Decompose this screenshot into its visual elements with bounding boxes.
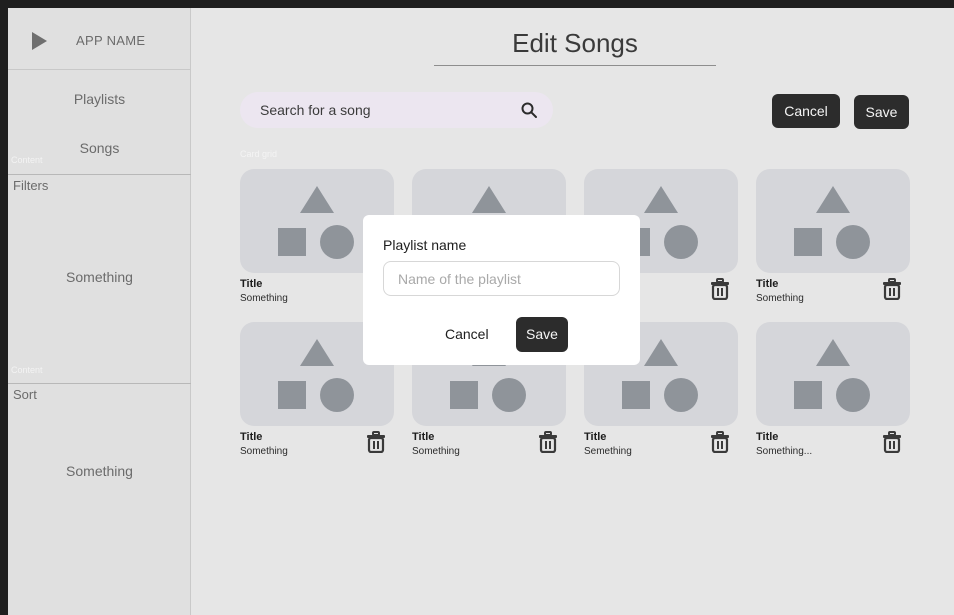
title-underline: [434, 65, 716, 66]
circle-shape-icon: [836, 225, 870, 259]
card-title: Title: [756, 431, 779, 443]
page-title: Edit Songs: [512, 28, 638, 58]
card-title: Title: [240, 278, 263, 290]
play-icon[interactable]: [32, 32, 47, 50]
card-subtitle: Semething: [584, 446, 632, 457]
playlist-name-field[interactable]: Name of the playlist: [383, 261, 620, 296]
playlist-name-placeholder: Name of the playlist: [398, 271, 521, 287]
divider: [8, 174, 191, 175]
dialog-cancel-button[interactable]: Cancel: [445, 326, 489, 342]
content-label: Content: [11, 365, 43, 375]
song-card[interactable]: Title Something...: [756, 322, 910, 467]
playlist-name-label: Playlist name: [383, 237, 467, 253]
triangle-shape-icon: [300, 339, 334, 366]
sidebar-item-playlists[interactable]: Playlists: [8, 91, 191, 107]
circle-shape-icon: [836, 378, 870, 412]
card-title: Title: [756, 278, 779, 290]
sidebar-item-songs[interactable]: Songs: [8, 140, 191, 156]
circle-shape-icon: [664, 225, 698, 259]
save-button[interactable]: Save: [854, 95, 909, 129]
square-shape-icon: [278, 381, 306, 409]
filters-heading: Filters: [13, 178, 49, 193]
app-window: APP NAME Playlists Songs Content Filters…: [8, 8, 954, 615]
trash-icon[interactable]: [882, 431, 902, 453]
trash-icon[interactable]: [710, 278, 730, 300]
playlist-dialog: Playlist name Name of the playlist Cance…: [363, 215, 640, 365]
triangle-shape-icon: [300, 186, 334, 213]
card-title: Title: [584, 431, 607, 443]
search-bar[interactable]: Search for a song: [240, 92, 553, 128]
app-name: APP NAME: [76, 33, 146, 48]
sidebar: APP NAME Playlists Songs Content Filters…: [8, 8, 191, 615]
square-shape-icon: [622, 381, 650, 409]
card-subtitle: Something: [240, 446, 288, 457]
sort-heading: Sort: [13, 387, 37, 402]
search-input[interactable]: Search for a song: [260, 102, 371, 118]
filters-content[interactable]: Something: [8, 269, 191, 285]
circle-shape-icon: [320, 225, 354, 259]
circle-shape-icon: [492, 378, 526, 412]
card-subtitle: Something: [240, 293, 288, 304]
card-subtitle: Something...: [756, 446, 813, 457]
sort-content[interactable]: Something: [8, 463, 191, 479]
square-shape-icon: [450, 381, 478, 409]
card-subtitle: Something: [756, 293, 804, 304]
triangle-shape-icon: [472, 186, 506, 213]
square-shape-icon: [794, 228, 822, 256]
card-title: Title: [240, 431, 263, 443]
content-label: Content: [11, 155, 43, 165]
card-image: [756, 322, 910, 426]
card-subtitle: Something: [412, 446, 460, 457]
circle-shape-icon: [320, 378, 354, 412]
dialog-save-button[interactable]: Save: [516, 317, 568, 352]
circle-shape-icon: [664, 378, 698, 412]
divider: [8, 383, 191, 384]
search-icon[interactable]: [520, 101, 538, 119]
trash-icon[interactable]: [882, 278, 902, 300]
trash-icon[interactable]: [538, 431, 558, 453]
song-card[interactable]: Title Something: [756, 169, 910, 314]
triangle-shape-icon: [816, 339, 850, 366]
trash-icon[interactable]: [710, 431, 730, 453]
square-shape-icon: [794, 381, 822, 409]
triangle-shape-icon: [816, 186, 850, 213]
sidebar-header: APP NAME: [8, 8, 191, 70]
triangle-shape-icon: [644, 339, 678, 366]
card-grid-label: Card grid: [240, 149, 278, 159]
square-shape-icon: [278, 228, 306, 256]
trash-icon[interactable]: [366, 431, 386, 453]
triangle-shape-icon: [644, 186, 678, 213]
card-image: [756, 169, 910, 273]
card-title: Title: [412, 431, 435, 443]
cancel-button[interactable]: Cancel: [772, 94, 840, 128]
